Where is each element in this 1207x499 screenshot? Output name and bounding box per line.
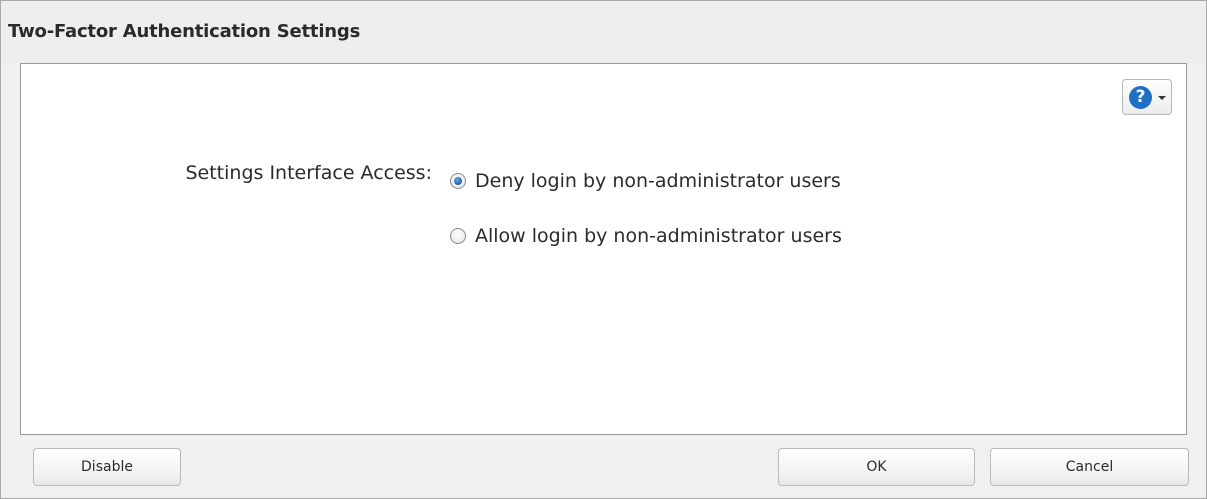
- ok-button[interactable]: OK: [778, 448, 975, 486]
- allow-radio-label[interactable]: Allow login by non-administrator users: [475, 225, 842, 247]
- deny-radio-button[interactable]: [450, 173, 466, 189]
- deny-radio-label[interactable]: Deny login by non-administrator users: [475, 170, 841, 192]
- disable-button[interactable]: Disable: [33, 448, 181, 486]
- chevron-down-icon: [1158, 96, 1166, 100]
- dialog-titlebar: Two-Factor Authentication Settings: [1, 1, 1206, 63]
- settings-interface-access-label: Settings Interface Access:: [185, 162, 432, 184]
- help-dropdown-button[interactable]: ?: [1122, 79, 1172, 115]
- help-icon: ?: [1129, 86, 1152, 109]
- allow-radio-button[interactable]: [450, 228, 466, 244]
- dialog-title: Two-Factor Authentication Settings: [8, 21, 361, 42]
- radio-option-allow[interactable]: Allow login by non-administrator users: [450, 221, 842, 251]
- cancel-button[interactable]: Cancel: [990, 448, 1189, 486]
- two-factor-settings-dialog: Two-Factor Authentication Settings ? Set…: [0, 0, 1207, 499]
- radio-option-deny[interactable]: Deny login by non-administrator users: [450, 166, 841, 196]
